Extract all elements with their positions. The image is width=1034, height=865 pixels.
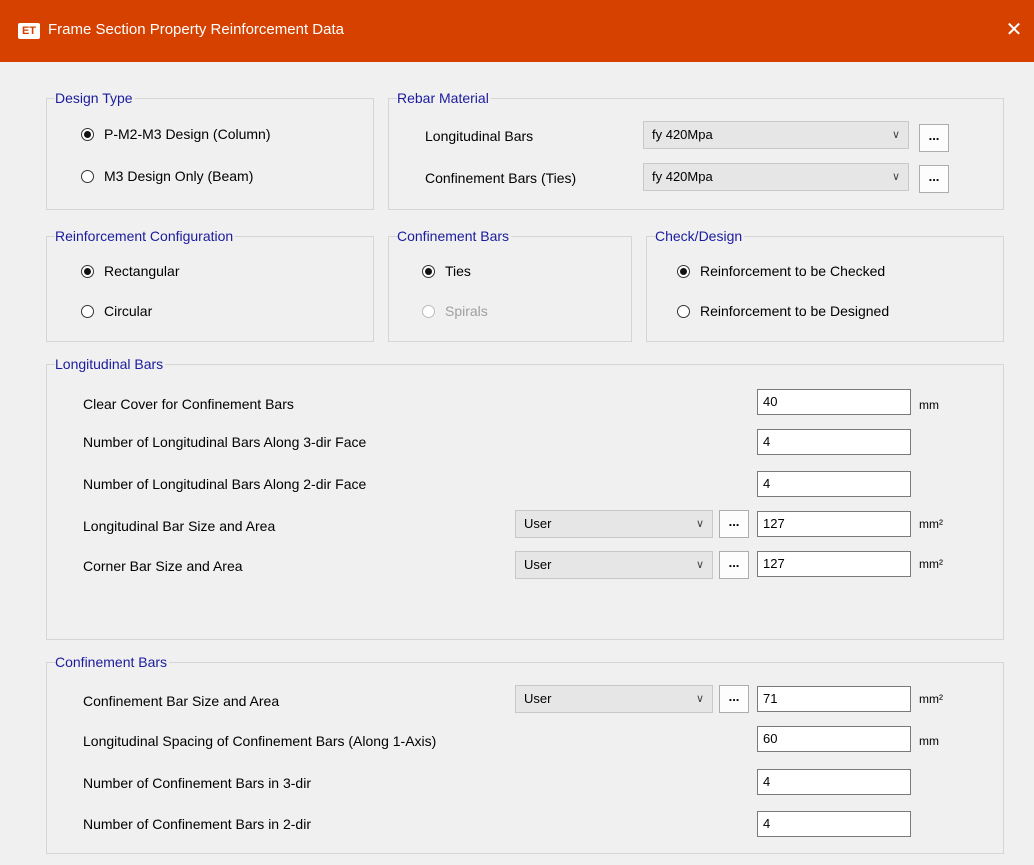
confinement-size-label: Confinement Bar Size and Area — [83, 693, 280, 709]
radio-reinforcement-checked[interactable]: Reinforcement to be Checked — [677, 261, 885, 281]
radio-label: M3 Design Only (Beam) — [104, 168, 254, 184]
confinement-type-legend: Confinement Bars — [397, 227, 512, 245]
longitudinal-material-label: Longitudinal Bars — [425, 128, 534, 144]
radio-unselected-icon — [422, 304, 435, 318]
radio-design-beam[interactable]: M3 Design Only (Beam) — [81, 166, 253, 186]
radio-label: Rectangular — [104, 263, 180, 279]
bar-size-unit: mm² — [919, 517, 943, 531]
radio-unselected-icon — [81, 169, 94, 183]
radio-spirals: Spirals — [422, 301, 488, 321]
radio-label: P-M2-M3 Design (Column) — [104, 126, 271, 142]
radio-selected-icon — [81, 264, 94, 278]
reinforcement-configuration-group: Reinforcement Configuration Rectangular … — [46, 227, 374, 342]
radio-label: Ties — [445, 263, 471, 279]
bars-3dir-label: Number of Longitudinal Bars Along 3-dir … — [83, 434, 367, 450]
radio-design-column[interactable]: P-M2-M3 Design (Column) — [81, 124, 270, 144]
etabs-app-icon: ET — [18, 23, 40, 39]
reinforcement-configuration-legend: Reinforcement Configuration — [55, 227, 236, 245]
confinement-size-unit: mm² — [919, 692, 943, 706]
radio-selected-icon — [81, 127, 94, 141]
spacing-input[interactable]: 60 — [757, 726, 911, 752]
radio-unselected-icon — [677, 304, 690, 318]
window-title: Frame Section Property Reinforcement Dat… — [48, 21, 344, 38]
confinement-size-area-input[interactable]: 71 — [757, 686, 911, 712]
radio-label: Reinforcement to be Designed — [700, 303, 890, 319]
radio-circular[interactable]: Circular — [81, 301, 152, 321]
radio-unselected-icon — [81, 304, 94, 318]
num-3dir-label: Number of Confinement Bars in 3-dir — [83, 775, 311, 791]
bars-2dir-label: Number of Longitudinal Bars Along 2-dir … — [83, 476, 367, 492]
design-type-legend: Design Type — [55, 89, 135, 107]
chevron-down-icon: ∨ — [695, 693, 704, 705]
spacing-label: Longitudinal Spacing of Confinement Bars… — [83, 733, 437, 749]
radio-label: Reinforcement to be Checked — [700, 263, 886, 279]
radio-reinforcement-designed[interactable]: Reinforcement to be Designed — [677, 301, 889, 321]
radio-selected-icon — [422, 264, 435, 278]
chevron-down-icon: ∨ — [891, 129, 900, 141]
corner-bar-label: Corner Bar Size and Area — [83, 558, 243, 574]
radio-label: Spirals — [445, 303, 488, 319]
select-value: fy 420Mpa — [652, 169, 713, 184]
bars-2dir-input[interactable]: 4 — [757, 471, 911, 497]
radio-label: Circular — [104, 303, 153, 319]
select-value: User — [524, 691, 552, 706]
radio-selected-icon — [677, 264, 690, 278]
close-icon[interactable]: ✕ — [1000, 14, 1028, 46]
num-2dir-input[interactable]: 4 — [757, 811, 911, 837]
corner-bar-area-input[interactable]: 127 — [757, 551, 911, 577]
bar-size-area-input[interactable]: 127 — [757, 511, 911, 537]
clear-cover-label: Clear Cover for Confinement Bars — [83, 396, 294, 412]
bars-3dir-input[interactable]: 4 — [757, 429, 911, 455]
rebar-material-legend: Rebar Material — [397, 89, 491, 107]
confinement-size-more-button[interactable]: ... — [719, 685, 749, 713]
title-bar: ET Frame Section Property Reinforcement … — [0, 0, 1034, 62]
clear-cover-unit: mm — [919, 398, 939, 412]
confinement-bars-group: Confinement Bars Confinement Bar Size an… — [46, 653, 1004, 854]
corner-bar-select[interactable]: User ∨ — [515, 551, 713, 579]
bar-size-more-button[interactable]: ... — [719, 510, 749, 538]
rebar-material-group: Rebar Material Longitudinal Bars fy 420M… — [388, 89, 1004, 210]
clear-cover-input[interactable]: 40 — [757, 389, 911, 415]
num-2dir-label: Number of Confinement Bars in 2-dir — [83, 816, 311, 832]
spacing-unit: mm — [919, 734, 939, 748]
confinement-size-select[interactable]: User ∨ — [515, 685, 713, 713]
chevron-down-icon: ∨ — [695, 559, 704, 571]
num-3dir-input[interactable]: 4 — [757, 769, 911, 795]
longitudinal-bars-group: Longitudinal Bars Clear Cover for Confin… — [46, 355, 1004, 640]
corner-bar-more-button[interactable]: ... — [719, 551, 749, 579]
confinement-material-more-button[interactable]: ... — [919, 165, 949, 193]
select-value: User — [524, 557, 552, 572]
confinement-type-group: Confinement Bars Ties Spirals — [388, 227, 632, 342]
radio-rectangular[interactable]: Rectangular — [81, 261, 180, 281]
design-type-group: Design Type P-M2-M3 Design (Column) M3 D… — [46, 89, 374, 210]
chevron-down-icon: ∨ — [695, 518, 704, 530]
longitudinal-bars-legend: Longitudinal Bars — [55, 355, 166, 373]
chevron-down-icon: ∨ — [891, 171, 900, 183]
corner-bar-unit: mm² — [919, 557, 943, 571]
select-value: User — [524, 516, 552, 531]
longitudinal-material-more-button[interactable]: ... — [919, 124, 949, 152]
check-design-group: Check/Design Reinforcement to be Checked… — [646, 227, 1004, 342]
confinement-material-select[interactable]: fy 420Mpa ∨ — [643, 163, 909, 191]
confinement-bars-legend: Confinement Bars — [55, 653, 170, 671]
bar-size-select[interactable]: User ∨ — [515, 510, 713, 538]
longitudinal-material-select[interactable]: fy 420Mpa ∨ — [643, 121, 909, 149]
bar-size-label: Longitudinal Bar Size and Area — [83, 518, 276, 534]
check-design-legend: Check/Design — [655, 227, 745, 245]
radio-ties[interactable]: Ties — [422, 261, 471, 281]
confinement-material-label: Confinement Bars (Ties) — [425, 170, 577, 186]
select-value: fy 420Mpa — [652, 127, 713, 142]
